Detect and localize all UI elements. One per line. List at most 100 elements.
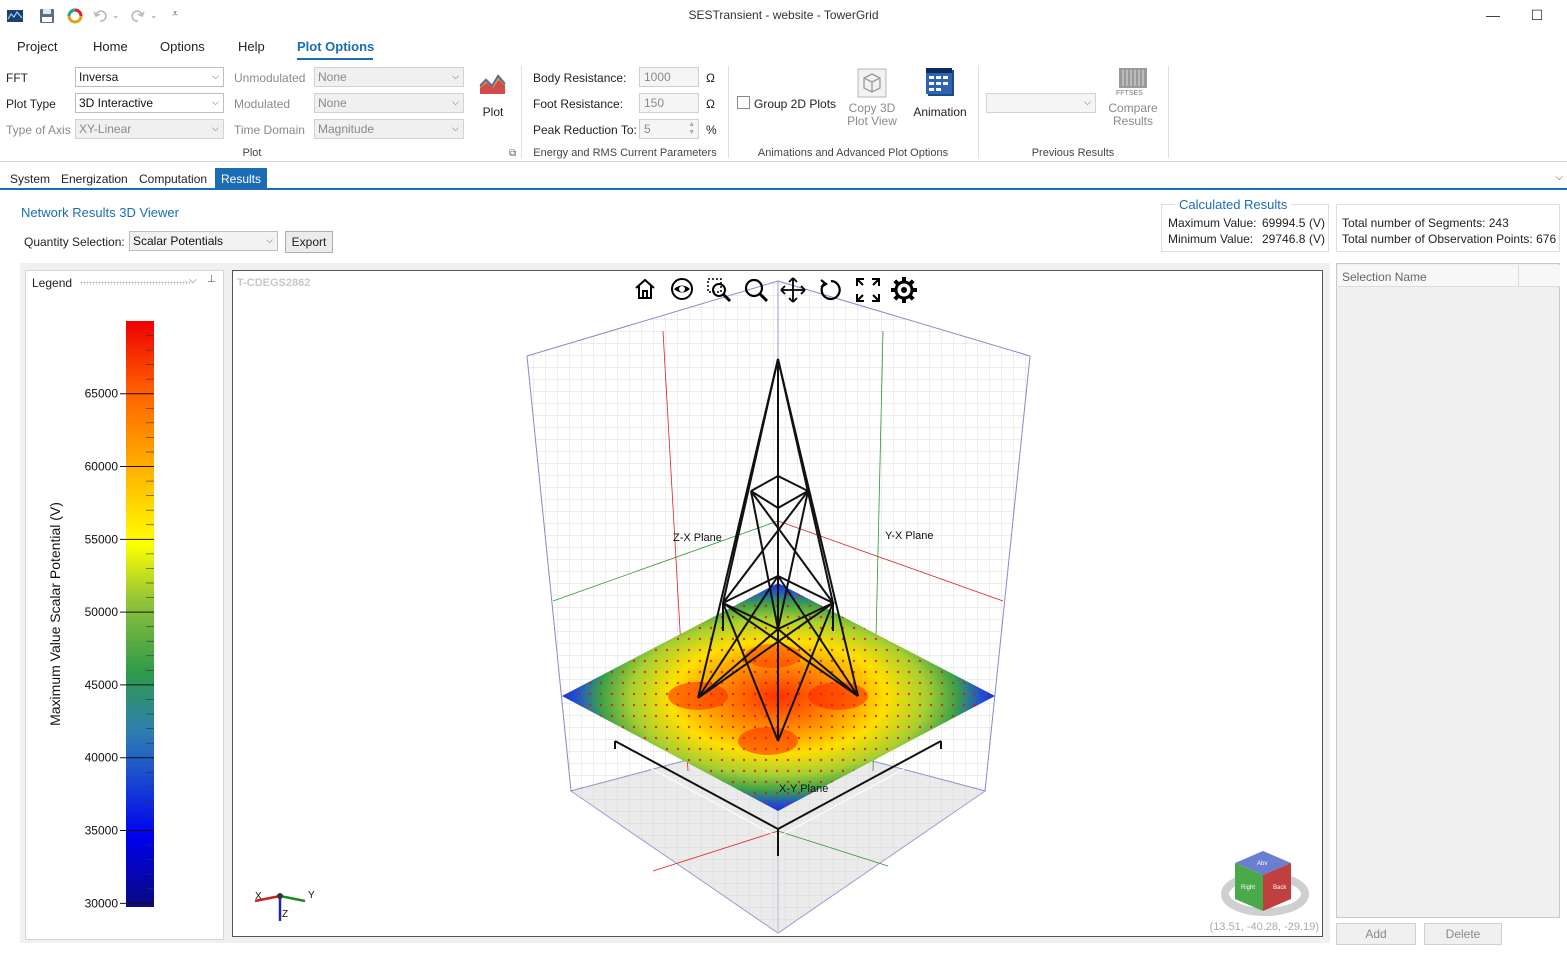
quantity-value: Scalar Potentials [133, 234, 224, 248]
hot-spot [738, 727, 798, 755]
legend-tick-label: 35000 [85, 824, 119, 838]
plot-type-select[interactable]: 3D Interactive ⌵ [75, 93, 224, 113]
tab-computation[interactable]: Computation [139, 172, 207, 186]
chevron-down-icon: ⌵ [266, 235, 273, 245]
animation-label: Animation [913, 105, 967, 119]
peak-reduction-stepper[interactable]: 5 ▲ ▼ [639, 119, 699, 139]
selection-header: Selection Name [1338, 265, 1560, 287]
column-divider [1518, 265, 1519, 287]
scene-canvas[interactable]: Z-X Plane Y-X Plane X-Y Plane X Y Z Abv … [233, 271, 1324, 938]
stepper-arrows-icon[interactable]: ▲ ▼ [688, 121, 695, 137]
unmodulated-select[interactable]: None ⌵ [314, 67, 464, 87]
chevron-down-icon: ⌵ [212, 123, 219, 133]
axis-z-label: Z [282, 909, 288, 920]
menu-plot-options[interactable]: Plot Options [297, 39, 374, 54]
copy-3d-label-1: Copy 3D [848, 101, 896, 115]
legend-colorbar: 65000 60000 55000 50000 45000 40000 35000 30000… [47, 321, 154, 910]
foot-resistance-unit: Ω [706, 97, 715, 111]
quantity-select[interactable]: Scalar Potentials ⌵ [129, 231, 278, 251]
maximize-button[interactable]: ☐ [1522, 4, 1552, 26]
ribbon-separator [728, 66, 729, 158]
yx-plane-label: Y-X Plane [885, 530, 934, 542]
pan-icon[interactable] [780, 277, 806, 303]
tab-system[interactable]: System [10, 172, 50, 186]
min-value-unit: (V) [1309, 232, 1325, 246]
max-value-unit: (V) [1309, 216, 1325, 230]
axis-triad-icon: X Y Z [254, 890, 315, 921]
fft-select-value: Inversa [79, 70, 119, 84]
quantity-selection-label: Quantity Selection: [24, 235, 125, 249]
legend-tick-label: 65000 [85, 387, 119, 401]
time-domain-select[interactable]: Magnitude ⌵ [314, 119, 464, 139]
gear-icon[interactable] [890, 276, 918, 304]
dialog-launcher-icon[interactable]: ⧉ [509, 148, 516, 159]
fft-label: FFT [6, 71, 28, 85]
peak-reduction-unit: % [706, 123, 717, 137]
plot-type-label: Plot Type [6, 97, 56, 111]
window-title: SESTransient - website - TowerGrid [688, 8, 879, 22]
chevron-down-icon: ⌵ [212, 71, 219, 81]
add-button[interactable]: Add [1336, 923, 1416, 945]
hot-spot [808, 682, 868, 710]
group-2d-checkbox[interactable] [737, 96, 750, 109]
area-chart-icon [479, 74, 506, 94]
zx-plane-label: Z-X Plane [673, 532, 722, 544]
legend-tick-label: 55000 [85, 532, 119, 546]
zoom-window-icon[interactable] [706, 277, 732, 303]
menu-help[interactable]: Help [238, 39, 265, 54]
view-cube-icon: Abv Right Back [1221, 851, 1309, 916]
time-domain-label: Time Domain [234, 123, 305, 137]
export-button[interactable]: Export [285, 231, 333, 253]
animation-icon [926, 68, 954, 96]
foot-resistance-label: Foot Resistance: [533, 97, 624, 111]
previous-results-select[interactable]: ⌵ [986, 93, 1096, 113]
body-resistance-input[interactable]: 1000 [639, 67, 699, 87]
axis-type-select[interactable]: XY-Linear ⌵ [75, 119, 224, 139]
tab-results[interactable]: Results [215, 168, 268, 190]
plot-group-label: Plot [242, 147, 262, 159]
plot-button[interactable]: Plot [476, 70, 510, 119]
modulated-select[interactable]: None ⌵ [314, 93, 464, 113]
plot-button-label: Plot [482, 105, 504, 119]
copy-3d-plot-button[interactable]: Copy 3D Plot View [842, 68, 902, 128]
unmodulated-label: Unmodulated [234, 71, 306, 85]
ribbon-separator [521, 66, 522, 158]
zoom-icon[interactable] [743, 277, 769, 303]
eye-icon[interactable] [670, 277, 694, 301]
home-icon[interactable] [633, 277, 657, 301]
fullscreen-icon[interactable] [855, 277, 881, 303]
camera-coordinates: (13.51, -40.28, -29.19) [1210, 921, 1319, 933]
body-resistance-unit: Ω [706, 71, 715, 85]
energy-group-label: Energy and RMS Current Parameters [533, 147, 717, 159]
axis-type-value: XY-Linear [79, 122, 132, 136]
copy-3d-label-2: Plot View [847, 114, 897, 128]
fft-select[interactable]: Inversa ⌵ [75, 67, 224, 87]
rotate-icon[interactable] [818, 277, 844, 303]
title-bar: ⌄ ⌄ ⩡ SESTransient - website - TowerGrid… [0, 0, 1567, 32]
segments-count: Total number of Segments: 243 [1342, 216, 1509, 230]
foot-resistance-input[interactable]: 150 [639, 93, 699, 113]
sub-tab-bar: System Energization Computation Results … [0, 168, 1567, 190]
menu-project[interactable]: Project [17, 39, 57, 54]
compare-icon-caption: FFTSES [1116, 90, 1143, 97]
ribbon-separator [978, 66, 979, 158]
cube-outline-icon [857, 68, 887, 98]
colorbar-gradient [126, 321, 154, 907]
compare-results-button[interactable]: FFTSES Compare Results [1102, 66, 1164, 128]
menu-options[interactable]: Options [160, 39, 205, 54]
selection-name-column[interactable]: Selection Name [1342, 270, 1427, 284]
minimize-button[interactable]: — [1478, 4, 1508, 26]
axis-type-label: Type of Axis [6, 123, 71, 137]
menu-home[interactable]: Home [93, 39, 128, 54]
group-2d-label: Group 2D Plots [754, 97, 837, 111]
chevron-down-icon[interactable]: ⌵ [1555, 172, 1563, 183]
tab-energization[interactable]: Energization [61, 172, 128, 186]
active-menu-indicator [297, 58, 373, 60]
3d-viewer[interactable]: T-CDEGS2862 Z-X Plane Y-X Plane X-Y Plan… [232, 270, 1323, 937]
delete-button[interactable]: Delete [1424, 923, 1502, 945]
chevron-down-icon: ⌵ [212, 97, 219, 107]
legend-tick-label: 60000 [85, 460, 119, 474]
selection-panel: Selection Name [1336, 263, 1560, 918]
legend-panel: Legend ⌵ ⊥ 65000 60000 55000 50000 45000 4000… [25, 270, 224, 940]
animation-button[interactable]: Animation [908, 66, 972, 119]
